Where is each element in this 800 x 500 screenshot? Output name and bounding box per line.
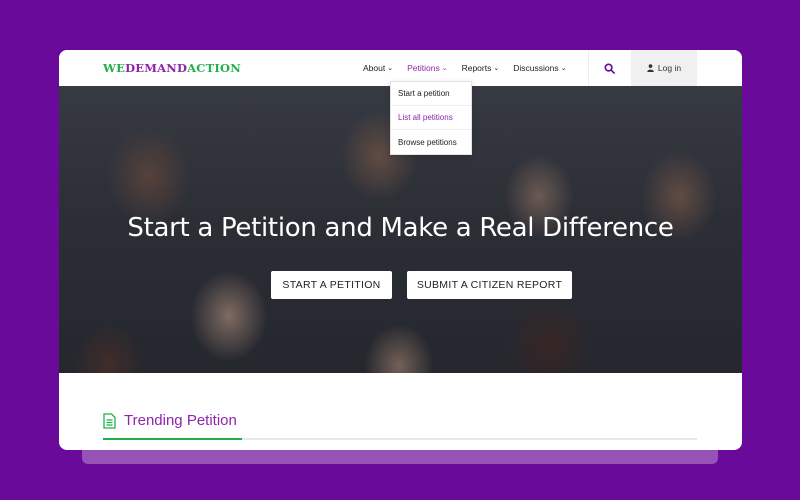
trending-tab[interactable]: Trending Petition [103,412,237,429]
dropdown-item-list-petitions[interactable]: List all petitions [391,106,471,130]
nav-item-about[interactable]: About ⌄ [363,63,393,73]
nav-item-reports[interactable]: Reports ⌄ [462,63,500,73]
login-button[interactable]: Log in [631,50,697,86]
active-tab-underline [103,438,242,440]
site-logo[interactable]: WEDEMANDACTION [103,61,241,75]
nav-item-label: Petitions [407,63,440,73]
nav-item-label: Reports [461,63,492,73]
search-button[interactable] [597,58,621,78]
chevron-down-icon: ⌄ [387,65,394,72]
chevron-down-icon: ⌄ [493,65,500,72]
header-divider [588,50,589,86]
hero-title: Start a Petition and Make a Real Differe… [127,213,674,243]
trending-title: Trending Petition [124,412,237,429]
trending-section: Trending Petition [103,410,697,440]
petitions-dropdown-menu: Start a petition List all petitions Brow… [390,81,472,155]
nav-item-label: Discussions [513,63,559,73]
search-icon [603,62,615,74]
nav-item-discussions[interactable]: Discussions ⌄ [513,63,566,73]
submit-citizen-report-button[interactable]: SUBMIT A CITIZEN REPORT [407,271,572,299]
logo-part-demand: DEMAND [125,61,188,75]
dropdown-item-browse-petitions[interactable]: Browse petitions [391,130,471,154]
chevron-down-icon: ⌄ [441,65,448,72]
nav-item-petitions[interactable]: Petitions ⌄ [407,63,447,73]
chevron-down-icon: ⌄ [560,65,567,72]
login-label: Log in [657,63,682,73]
dropdown-item-start-petition[interactable]: Start a petition [391,82,471,106]
document-icon [103,412,116,429]
hero-buttons: START A PETITION SUBMIT A CITIZEN REPORT [271,271,572,299]
browser-window: Start a Petition and Make a Real Differe… [59,50,742,450]
logo-part-action: ACTION [187,61,241,75]
logo-part-we: WE [103,61,126,75]
user-icon [647,64,654,72]
nav-item-label: About [363,63,386,73]
start-petition-button[interactable]: START A PETITION [271,271,392,299]
